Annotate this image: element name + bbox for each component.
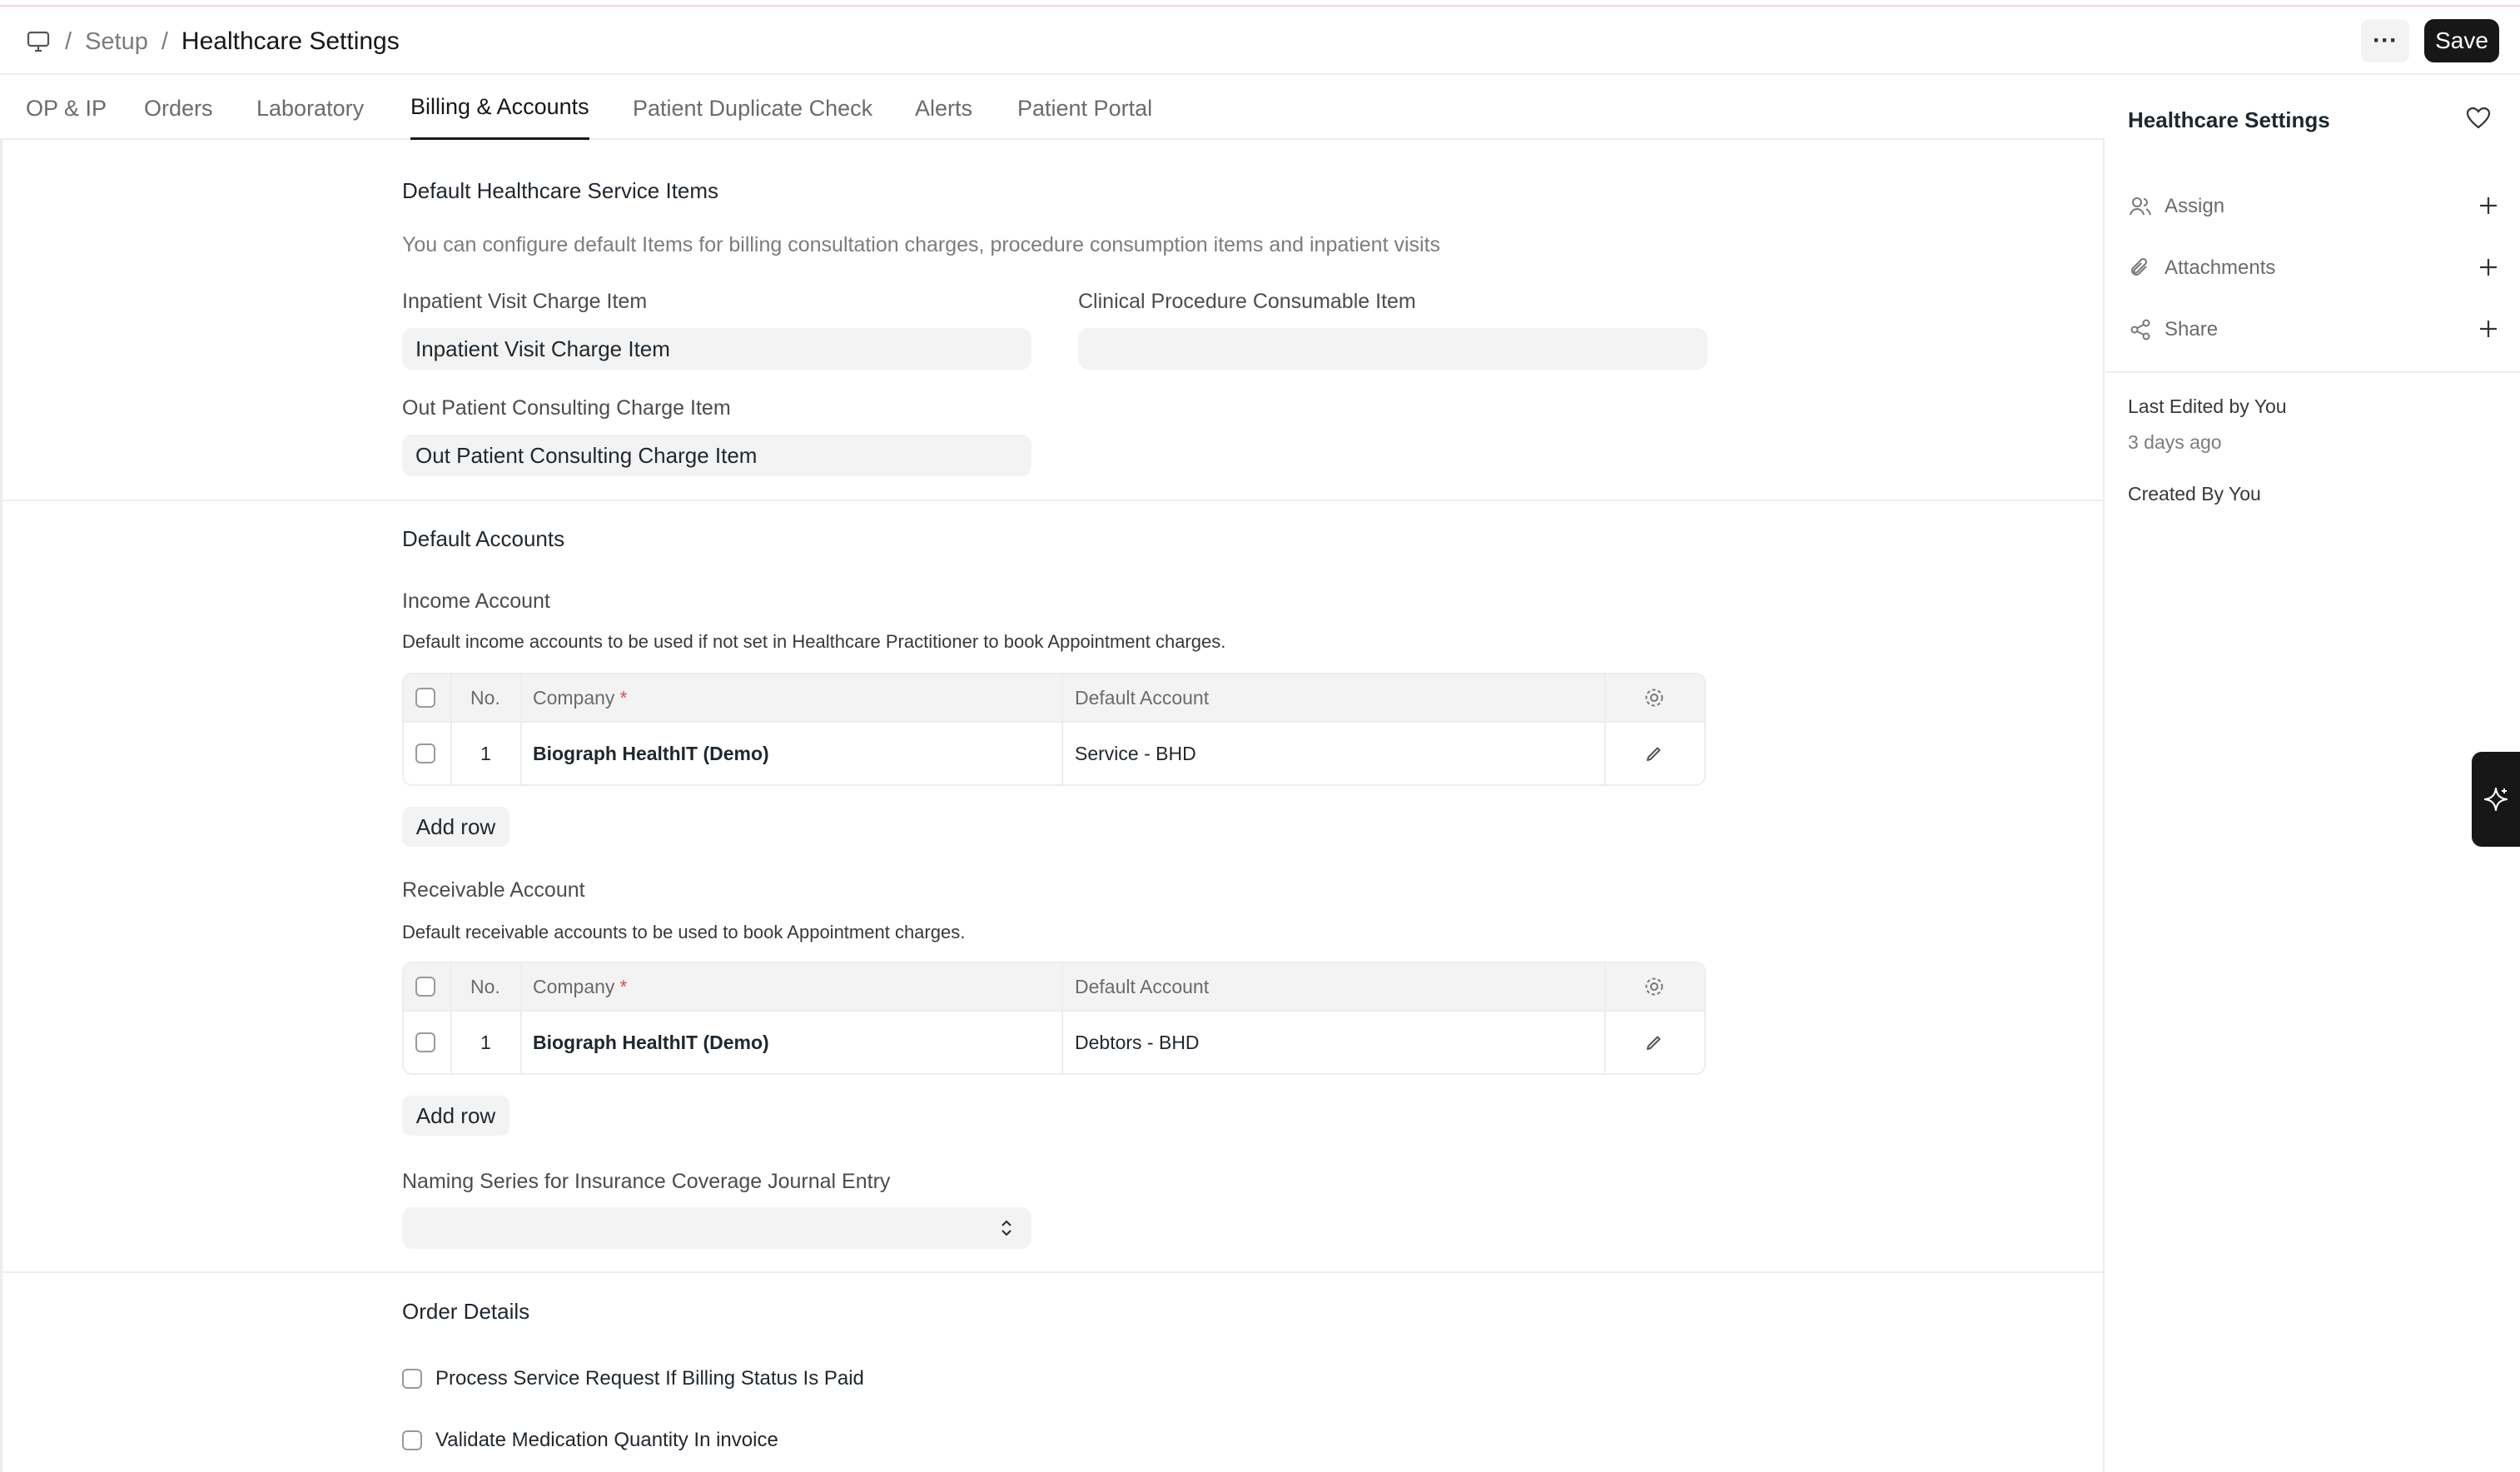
receivable-account-table: No. Company * Default Account 1 Biograph … <box>402 962 1706 1075</box>
sidebar-item-label: Attachments <box>2165 256 2276 279</box>
column-no: No. <box>470 975 500 997</box>
add-assign-plus-icon[interactable] <box>2476 193 2503 220</box>
procedure-item-field[interactable] <box>1078 328 1707 370</box>
table-row[interactable]: 1 Biograph HealthIT (Demo) Debtors - BHD <box>404 1010 1704 1073</box>
naming-series-select[interactable] <box>402 1207 1031 1249</box>
add-attachment-plus-icon[interactable] <box>2476 255 2503 281</box>
receivable-add-row-button[interactable]: Add row <box>402 1096 509 1136</box>
users-icon <box>2128 194 2153 219</box>
breadcrumb-separator: / <box>65 27 72 55</box>
inpatient-item-label: Inpatient Visit Charge Item <box>402 290 648 313</box>
tab-patient-portal[interactable]: Patient Portal <box>1017 77 1152 140</box>
section-divider <box>2 500 2105 501</box>
paperclip-icon <box>2128 256 2153 281</box>
desktop-icon[interactable] <box>25 28 52 55</box>
sidebar-item-attachments[interactable]: Attachments <box>2128 246 2503 290</box>
settings-tabs: OP & IP Orders Laboratory Billing & Acco… <box>0 77 2105 140</box>
row-number: 1 <box>480 742 491 764</box>
process-service-request-label: Process Service Request If Billing Statu… <box>435 1367 864 1390</box>
column-company: Company * <box>533 674 627 721</box>
column-default-account: Default Account <box>1075 686 1210 709</box>
required-mark: * <box>619 686 628 709</box>
section-divider <box>2 1271 2105 1273</box>
select-all-checkbox[interactable] <box>415 977 435 997</box>
breadcrumb: / Setup / Healthcare Settings <box>25 8 400 75</box>
page-title: Healthcare Settings <box>181 27 400 55</box>
section-description: You can configure default Items for bill… <box>402 233 1441 256</box>
tab-alerts[interactable]: Alerts <box>915 77 972 140</box>
row-checkbox[interactable] <box>415 743 435 763</box>
income-account-table: No. Company * Default Account 1 Biograph … <box>402 673 1706 786</box>
column-settings-gear-icon[interactable] <box>1643 674 1666 721</box>
tab-orders[interactable]: Orders <box>144 77 213 140</box>
outpatient-item-field[interactable]: Out Patient Consulting Charge Item <box>402 435 1031 476</box>
table-header: No. Company * Default Account <box>404 963 1704 1010</box>
edit-row-pencil-icon[interactable] <box>1644 1012 1664 1073</box>
outpatient-item-label: Out Patient Consulting Charge Item <box>402 396 731 420</box>
row-default-account[interactable]: Service - BHD <box>1075 723 1196 784</box>
edited-ago-text: 3 days ago <box>2128 431 2222 453</box>
receivable-account-label: Receivable Account <box>402 878 585 902</box>
breadcrumb-setup-link[interactable]: Setup <box>85 28 148 56</box>
income-add-row-button[interactable]: Add row <box>402 807 509 847</box>
tab-laboratory[interactable]: Laboratory <box>256 77 364 140</box>
top-strip <box>0 0 2520 7</box>
sidebar-item-label: Share <box>2165 318 2219 341</box>
sidebar-item-share[interactable]: Share <box>2128 308 2503 351</box>
income-account-description: Default income accounts to be used if no… <box>402 631 1226 652</box>
naming-series-label: Naming Series for Insurance Coverage Jou… <box>402 1170 891 1193</box>
section-heading-accounts: Default Accounts <box>402 526 565 551</box>
edit-row-pencil-icon[interactable] <box>1644 723 1664 784</box>
section-heading-service-items: Default Healthcare Service Items <box>402 178 719 203</box>
required-mark: * <box>619 975 628 997</box>
heart-icon[interactable] <box>2466 107 2493 133</box>
tab-op-ip[interactable]: OP & IP <box>26 77 107 140</box>
save-button[interactable]: Save <box>2424 19 2499 62</box>
income-account-label: Income Account <box>402 589 550 613</box>
validate-medication-label: Validate Medication Quantity In invoice <box>435 1429 778 1451</box>
row-checkbox[interactable] <box>415 1032 435 1052</box>
sidebar-item-label: Assign <box>2165 195 2225 217</box>
column-company: Company * <box>533 963 627 1010</box>
inpatient-item-field[interactable]: Inpatient Visit Charge Item <box>402 328 1031 370</box>
more-actions-button[interactable]: ··· <box>2361 19 2409 62</box>
validate-medication-checkbox[interactable] <box>402 1430 422 1450</box>
breadcrumb-separator: / <box>161 27 168 55</box>
procedure-item-label: Clinical Procedure Consumable Item <box>1078 290 1416 313</box>
sidebar-divider <box>2106 371 2520 373</box>
validate-medication-option[interactable]: Validate Medication Quantity In invoice <box>402 1429 778 1452</box>
created-by-text: Created By You <box>2128 483 2261 505</box>
sidebar-title: Healthcare Settings <box>2128 107 2330 132</box>
add-share-plus-icon[interactable] <box>2476 316 2503 343</box>
last-edited-text: Last Edited by You <box>2128 395 2287 417</box>
form-sidebar: Healthcare Settings Assign Attachments S… <box>2106 77 2520 1472</box>
row-default-account[interactable]: Debtors - BHD <box>1075 1012 1200 1073</box>
column-company-label: Company <box>533 975 615 997</box>
process-service-request-checkbox[interactable] <box>402 1369 422 1389</box>
column-company-label: Company <box>533 686 615 709</box>
share-icon <box>2128 317 2153 342</box>
tab-patient-duplicate-check[interactable]: Patient Duplicate Check <box>633 77 872 140</box>
row-number: 1 <box>480 1031 491 1053</box>
select-chevron-icon <box>1000 1217 1013 1245</box>
row-company[interactable]: Biograph HealthIT (Demo) <box>533 723 769 784</box>
column-settings-gear-icon[interactable] <box>1643 963 1666 1010</box>
process-service-request-option[interactable]: Process Service Request If Billing Statu… <box>402 1367 864 1390</box>
table-row[interactable]: 1 Biograph HealthIT (Demo) Service - BHD <box>404 721 1704 784</box>
receivable-account-description: Default receivable accounts to be used t… <box>402 922 966 942</box>
table-header: No. Company * Default Account <box>404 674 1704 721</box>
page-header: / Setup / Healthcare Settings ··· Save <box>0 8 2520 75</box>
ai-assistant-sparkle-icon[interactable] <box>2472 752 2520 847</box>
tab-billing-accounts[interactable]: Billing & Accounts <box>410 77 589 140</box>
sidebar-item-assign[interactable]: Assign <box>2128 185 2503 228</box>
column-default-account: Default Account <box>1075 975 1210 997</box>
column-no: No. <box>470 686 500 709</box>
section-heading-order-details: Order Details <box>402 1299 530 1324</box>
row-company[interactable]: Biograph HealthIT (Demo) <box>533 1012 769 1073</box>
select-all-checkbox[interactable] <box>415 688 435 708</box>
